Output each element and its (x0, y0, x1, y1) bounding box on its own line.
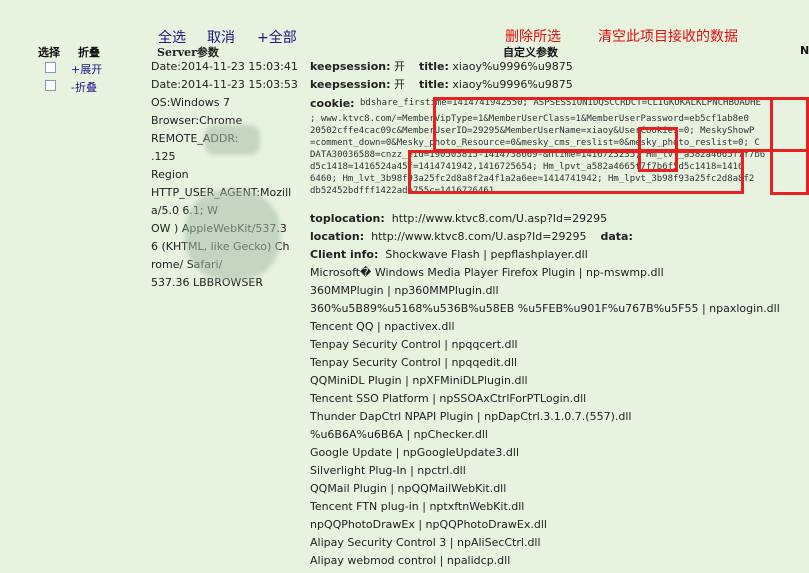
client-info-row: Client info: Shockwave Flash | pepflashp… (310, 248, 588, 261)
row-1-expand-link[interactable]: +展开 (71, 61, 102, 77)
toplocation-row: toplocation: http://www.ktvc8.com/U.asp?… (310, 212, 608, 225)
plugin-item: npQQPhotoDrawEx | npQQPhotoDrawEx.dll (310, 518, 547, 531)
plugin-item: Alipay webmod control | npalidcp.dll (310, 554, 511, 567)
plugin-item: Tencent FTN plug-in | nptxftnWebKit.dll (310, 500, 525, 513)
plugin-item: Tencent SSO Platform | npSSOAxCtrlForPTL… (310, 392, 587, 405)
plugin-item: QQMiniDL Plugin | npXFMiniDLPlugin.dll (310, 374, 528, 387)
plugin-item: 360MMPlugin | np360MMPlugin.dll (310, 284, 499, 297)
row-2-checkbox[interactable] (45, 80, 56, 91)
annotation-box-lvt (408, 150, 744, 194)
location-link[interactable]: http://www.ktvc8.com/U.asp?Id=29295 (371, 230, 586, 243)
date-line: Date:2014-11-23 15:03:41 (151, 60, 298, 73)
annotation-box-edge (770, 97, 809, 195)
header-edge: N (800, 44, 809, 57)
header-select: 选择 (38, 46, 60, 59)
plugin-item: Alipay Security Control 3 | npAliSecCtrl… (310, 536, 541, 549)
plugin-item: Tenpay Security Control | npqqedit.dll (310, 356, 518, 369)
expand-all-button[interactable]: +全部 (257, 27, 297, 47)
plugin-item: 360%u5B89%u5168%u536B%u58EB %u5FEB%u901F… (310, 302, 780, 315)
plugin-item: %u6B6A%u6B6A | npChecker.dll (310, 428, 488, 441)
region-line: Region (151, 168, 189, 181)
header-fold: 折叠 (78, 46, 100, 59)
cookie-label: cookie: (310, 97, 355, 110)
plugin-item: Tenpay Security Control | npqqcert.dll (310, 338, 518, 351)
location-row: location: http://www.ktvc8.com/U.asp?Id=… (310, 230, 633, 243)
plugin-list: Microsoft� Windows Media Player Firefox … (310, 264, 780, 570)
plugin-item: Microsoft� Windows Media Player Firefox … (310, 266, 664, 279)
plugin-item: Tencent QQ | npactivex.dll (310, 320, 455, 333)
plugin-item: QQMail Plugin | npQQMailWebKit.dll (310, 482, 507, 495)
keepsession-row: keepsession: 开 title: xiaoy%u9996%u9875 (310, 78, 573, 91)
row-1-checkbox[interactable] (45, 62, 56, 73)
delete-selected-button[interactable]: 删除所选 (505, 26, 561, 46)
keepsession-row: keepsession: 开 title: xiaoy%u9996%u9875 (310, 60, 573, 73)
redaction-blur (185, 190, 280, 280)
row-2-collapse-link[interactable]: -折叠 (71, 79, 97, 95)
date-line: Date:2014-11-23 15:03:53 (151, 78, 298, 91)
annotation-box-cookie (433, 97, 809, 152)
custom-params-cell: keepsession: 开 title: xiaoy%u9996%u9875 … (310, 58, 573, 94)
plugin-item: Google Update | npGoogleUpdate3.dll (310, 446, 519, 459)
plugin-item: Thunder DapCtrl NPAPI Plugin | npDapCtrl… (310, 410, 632, 423)
clear-project-data-button[interactable]: 清空此项目接收的数据 (598, 26, 738, 46)
toplocation-link[interactable]: http://www.ktvc8.com/U.asp?Id=29295 (392, 212, 607, 225)
os-line: OS:Windows 7 (151, 96, 230, 109)
plugin-item: Silverlight Plug-In | npctrl.dll (310, 464, 466, 477)
redaction-blur (205, 125, 260, 155)
